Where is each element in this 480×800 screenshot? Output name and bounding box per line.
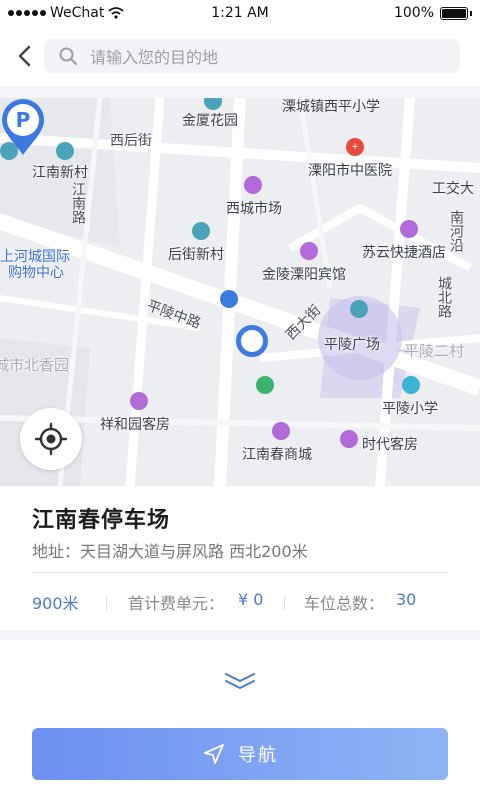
map-label: 西城市场 — [226, 201, 282, 217]
search-icon — [59, 47, 77, 65]
map-label: 江南新村 — [32, 165, 88, 181]
map-label: 西后街 — [110, 133, 152, 149]
shop-icon — [272, 422, 290, 440]
divider — [106, 596, 107, 610]
navigation-arrow-icon — [204, 744, 224, 764]
poi-icon — [192, 222, 210, 240]
battery-icon — [440, 6, 468, 20]
svg-text:P: P — [16, 108, 31, 132]
current-location-marker — [236, 325, 268, 357]
metro-icon — [256, 376, 274, 394]
battery-percent: 100% — [393, 5, 434, 21]
map-label: 购物中心 — [8, 265, 64, 281]
locate-me-button[interactable] — [20, 408, 82, 470]
battery-group: 100% — [394, 5, 472, 21]
school-icon — [402, 376, 420, 394]
parking-stats: 900米 首计费单元： ¥ 0 车位总数： 30 — [32, 590, 452, 614]
divider — [32, 572, 448, 573]
map-label: 苏云快捷酒店 — [362, 245, 446, 261]
search-input[interactable] — [88, 39, 452, 75]
hospital-icon: + — [346, 138, 364, 156]
fee-label: 首计费单元： — [128, 594, 225, 613]
map-label: 金陵溧阳宾馆 — [262, 267, 346, 283]
battery-tip — [470, 10, 472, 16]
map-label: 平陵二村 — [404, 342, 465, 360]
map-label: 金厦花园 — [182, 113, 238, 129]
crosshair-icon — [34, 422, 68, 456]
map-label: 江南路 — [70, 182, 86, 224]
status-bar: WeChat 1:21 AM 100% — [0, 0, 480, 28]
poi-icon — [56, 142, 74, 160]
double-chevron-down-icon — [225, 673, 255, 689]
map-label: 江南春商城 — [242, 447, 312, 463]
map-label: 平陵小学 — [382, 401, 438, 417]
map-label: 城北路 — [436, 276, 452, 318]
parking-address: 地址：天目湖大道与屏风路 西北200米 — [32, 542, 308, 561]
back-button[interactable] — [14, 42, 36, 70]
fee-value: ¥ 0 — [238, 590, 264, 609]
square-icon — [350, 300, 368, 318]
collapse-button[interactable] — [222, 670, 258, 692]
spaces-label: 车位总数： — [304, 594, 385, 613]
parking-info-card: 江南春停车场 地址：天目湖大道与屏风路 西北200米 900米 首计费单元： ¥… — [0, 486, 480, 630]
map-label: 城市北香园 — [0, 356, 70, 374]
hotel-icon — [340, 430, 358, 448]
map-label: 溧城镇西平小学 — [282, 99, 380, 115]
navigate-button[interactable]: 导航 — [32, 728, 448, 780]
map-label: 平陵广场 — [324, 337, 380, 353]
header — [0, 28, 480, 86]
parking-pin-icon[interactable]: P — [0, 98, 46, 156]
map-label: 祥和园客房 — [100, 417, 170, 433]
map-view[interactable]: 金厦花园 溧城镇西平小学 西后街 溧阳市中医院 江南新村 江南路 西城市场 工交… — [0, 98, 480, 486]
hotel-icon — [300, 242, 318, 260]
divider — [284, 596, 285, 610]
spaces-value: 30 — [396, 590, 417, 609]
hotel-icon — [130, 392, 148, 410]
map-label: 南河沿 — [448, 210, 464, 252]
shop-icon — [244, 176, 262, 194]
distance-value: 900米 — [32, 594, 79, 613]
map-label: 时代客房 — [362, 437, 418, 453]
navigate-button-label: 导航 — [238, 745, 278, 765]
bottom-panel: 导航 — [0, 640, 480, 800]
parking-name: 江南春停车场 — [32, 508, 171, 533]
search-box[interactable] — [44, 39, 460, 75]
map-label: 工交大 — [432, 181, 474, 197]
map-label: 溧阳市中医院 — [308, 163, 392, 179]
chevron-left-icon — [18, 45, 31, 67]
bank-icon — [220, 290, 238, 308]
map-label: 后街新村 — [168, 247, 224, 263]
hotel-icon — [400, 220, 418, 238]
